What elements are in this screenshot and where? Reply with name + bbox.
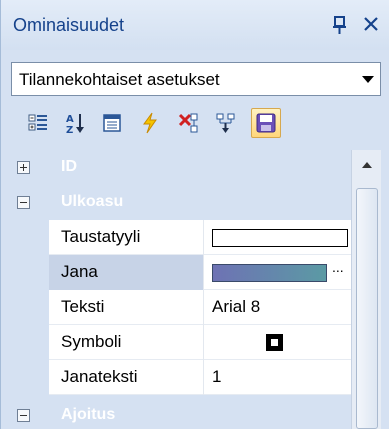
property-pages-button[interactable] — [97, 108, 127, 138]
collapse-icon[interactable] — [17, 409, 30, 422]
property-row-jana[interactable]: Jana ... — [49, 255, 351, 290]
selected-object-label: Tilannekohtaiset asetukset — [19, 70, 220, 89]
svg-text:Z: Z — [66, 125, 73, 134]
disconnect-button[interactable] — [173, 108, 203, 138]
property-row-taustatyyli[interactable]: Taustatyyli — [49, 220, 351, 255]
expand-icon[interactable] — [17, 161, 30, 174]
property-row-teksti[interactable]: Teksti Arial 8 — [49, 290, 351, 325]
ellipsis-button[interactable]: ... — [332, 259, 344, 275]
svg-text:A: A — [66, 114, 74, 125]
pin-icon[interactable] — [330, 14, 350, 36]
property-value[interactable]: ... — [204, 255, 351, 290]
property-grid: ID Ulkoasu Taustatyyli Jana ... Teksti A… — [11, 150, 351, 429]
object-selector-dropdown[interactable]: Tilannekohtaiset asetukset — [11, 62, 381, 96]
property-row-symboli[interactable]: Symboli — [49, 325, 351, 360]
categorized-icon — [28, 114, 47, 131]
events-icon — [143, 112, 157, 134]
property-name[interactable]: Janateksti — [49, 360, 204, 395]
panel-titlebar: Ominaisuudet — [1, 0, 389, 50]
connect-button[interactable] — [211, 108, 241, 138]
background-style-swatch — [212, 229, 348, 247]
property-value[interactable] — [204, 220, 351, 255]
close-icon[interactable] — [359, 12, 383, 36]
properties-panel: Ominaisuudet Tilannekohtaiset asetukset — [0, 0, 389, 429]
chevron-down-icon — [362, 76, 374, 83]
property-pages-icon — [103, 114, 121, 132]
save-icon — [256, 113, 276, 133]
bar-style-swatch — [212, 264, 327, 282]
property-name[interactable]: Teksti — [49, 290, 204, 325]
vertical-scrollbar[interactable] — [351, 150, 381, 429]
categorized-button[interactable] — [23, 108, 53, 138]
scroll-up-arrow-icon[interactable] — [352, 150, 382, 180]
property-row-janateksti[interactable]: Janateksti 1 — [49, 360, 351, 395]
property-value[interactable] — [204, 325, 351, 360]
category-ajoitus[interactable]: Ajoitus — [11, 398, 351, 429]
category-ulkoasu[interactable]: Ulkoasu — [11, 185, 351, 220]
events-button[interactable] — [135, 108, 165, 138]
panel-title: Ominaisuudet — [13, 15, 125, 35]
category-id[interactable]: ID — [11, 150, 351, 185]
save-button[interactable] — [251, 108, 281, 138]
property-value[interactable]: Arial 8 — [204, 290, 351, 325]
property-name[interactable]: Symboli — [49, 325, 204, 360]
category-label: Ulkoasu — [61, 193, 124, 210]
collapse-icon[interactable] — [17, 196, 30, 209]
symbol-icon — [266, 334, 283, 351]
disconnect-icon — [178, 113, 198, 133]
scroll-thumb[interactable] — [356, 188, 378, 429]
alphabetical-sort-icon: A Z — [66, 114, 84, 134]
alphabetical-button[interactable]: A Z — [61, 108, 91, 138]
category-label: ID — [61, 158, 77, 175]
property-name[interactable]: Taustatyyli — [49, 220, 204, 255]
connect-icon — [216, 113, 235, 133]
property-value[interactable]: 1 — [204, 360, 351, 395]
property-name[interactable]: Jana — [49, 255, 204, 290]
category-label: Ajoitus — [61, 406, 116, 423]
property-toolbar: A Z — [1, 104, 389, 144]
